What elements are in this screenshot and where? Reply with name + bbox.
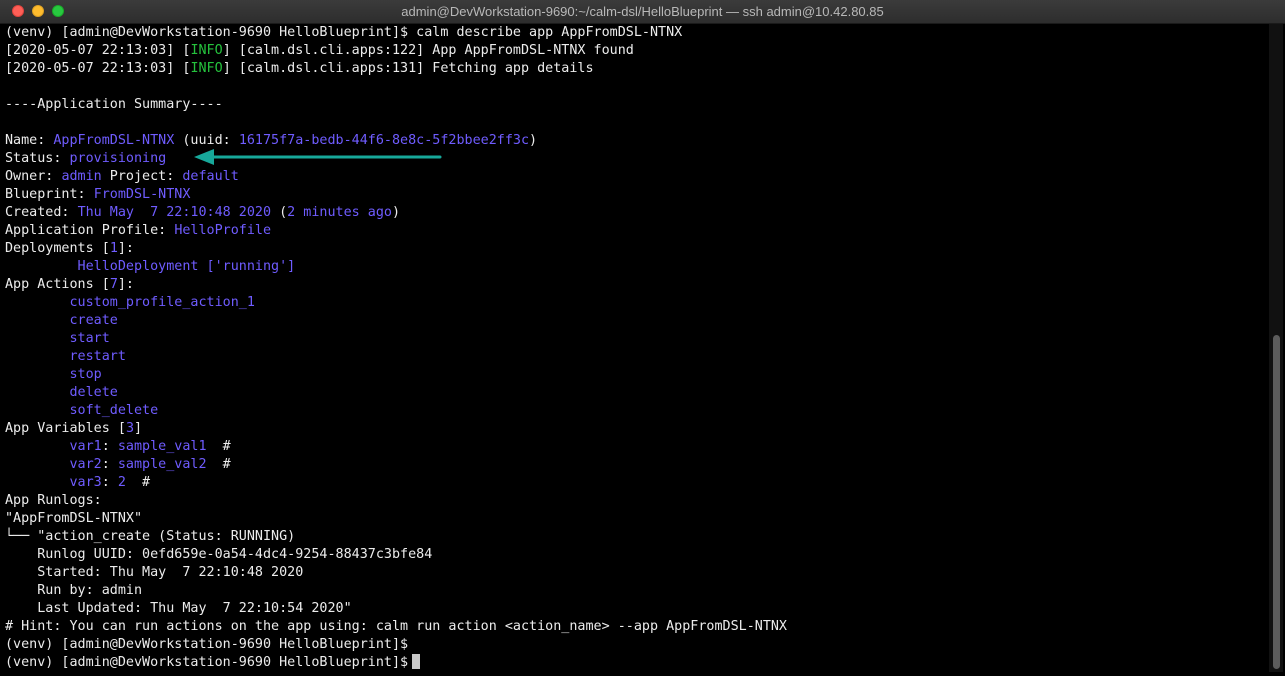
action-item: stop: [69, 367, 102, 382]
variable-item: var1: sample_val1 #: [69, 439, 231, 454]
terminal-output[interactable]: (venv) [admin@DevWorkstation-9690 HelloB…: [5, 24, 1267, 672]
created-value: Thu May 7 22:10:48 2020: [77, 205, 272, 220]
owner-line: Owner: admin Project: default: [5, 169, 239, 184]
window-title: admin@DevWorkstation-9690:~/calm-dsl/Hel…: [401, 4, 884, 19]
runlog-app: "AppFromDSL-NTNX": [5, 511, 143, 526]
deployment-item: HelloDeployment ['running']: [5, 259, 296, 274]
log-line: [2020-05-07 22:13:03] [INFO] [calm.dsl.c…: [5, 43, 634, 58]
created-line: Created: Thu May 7 22:10:48 2020 (2 minu…: [5, 205, 401, 220]
profile-line: Application Profile: HelloProfile: [5, 223, 272, 238]
status-value: provisioning: [69, 151, 167, 166]
blueprint-line: Blueprint: FromDSL-NTNX: [5, 187, 191, 202]
variable-item: var3: 2 #: [69, 475, 151, 490]
action-item: start: [69, 331, 110, 346]
profile-value: HelloProfile: [174, 223, 272, 238]
action-item: create: [69, 313, 118, 328]
command-line: (venv) [admin@DevWorkstation-9690 HelloB…: [5, 25, 683, 40]
runlogs-line: App Runlogs:: [5, 493, 102, 508]
annotation-arrow-icon: [194, 149, 442, 165]
created-ago: 2 minutes ago: [287, 205, 392, 220]
runlog-updated: Last Updated: Thu May 7 22:10:54 2020": [5, 601, 352, 616]
runlog-uuid: Runlog UUID: 0efd659e-0a54-4dc4-9254-884…: [5, 547, 433, 562]
action-item: delete: [69, 385, 118, 400]
action-item: custom_profile_action_1: [69, 295, 255, 310]
title-bar: admin@DevWorkstation-9690:~/calm-dsl/Hel…: [0, 0, 1285, 24]
info-level: INFO: [190, 61, 223, 76]
runlog-started: Started: Thu May 7 22:10:48 2020: [5, 565, 304, 580]
log-line: [2020-05-07 22:13:03] [INFO] [calm.dsl.c…: [5, 61, 594, 76]
deployments-line: Deployments [1]:: [5, 241, 134, 256]
scrollbar-thumb[interactable]: [1273, 335, 1280, 669]
owner-value: admin: [61, 169, 102, 184]
variable-item: var2: sample_val2 #: [69, 457, 231, 472]
action-item: restart: [69, 349, 126, 364]
terminal-window: admin@DevWorkstation-9690:~/calm-dsl/Hel…: [0, 0, 1285, 676]
blueprint-value: FromDSL-NTNX: [93, 187, 191, 202]
runlog-action: └── "action_create (Status: RUNNING): [5, 529, 296, 544]
variables-line: App Variables [3]: [5, 421, 143, 436]
action-item: soft_delete: [69, 403, 159, 418]
summary-header: ----Application Summary----: [5, 97, 223, 112]
project-value: default: [182, 169, 239, 184]
hint-line: # Hint: You can run actions on the app u…: [5, 619, 787, 634]
prompt-line: (venv) [admin@DevWorkstation-9690 HelloB…: [5, 654, 1267, 672]
info-level: INFO: [190, 43, 223, 58]
app-name: AppFromDSL-NTNX: [53, 133, 175, 148]
actions-line: App Actions [7]:: [5, 277, 134, 292]
runlog-run-by: Run by: admin: [5, 583, 143, 598]
prompt-line: (venv) [admin@DevWorkstation-9690 HelloB…: [5, 637, 409, 652]
text-cursor: [412, 654, 421, 669]
